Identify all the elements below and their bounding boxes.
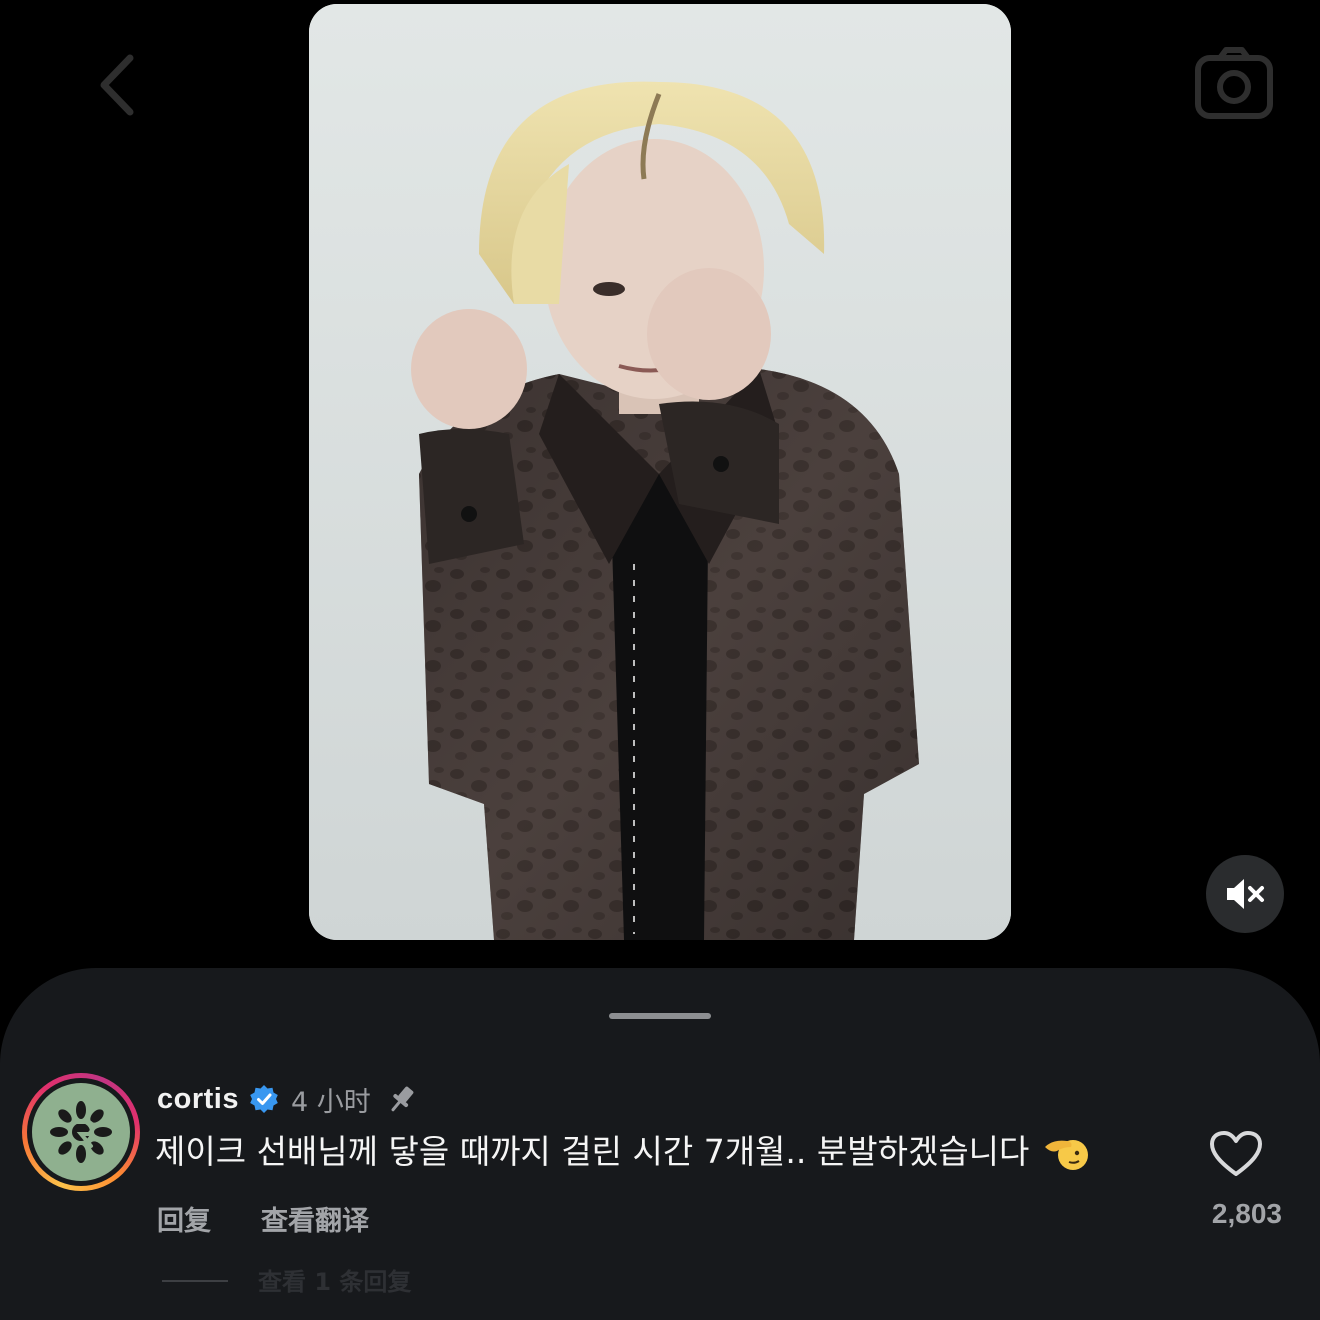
comment-actions: 回复 查看翻译: [157, 1198, 369, 1238]
comment-body: 제이크 선배님께 닿을 때까지 걸린 시간 7개월.. 분발하겠습니다: [155, 1128, 1089, 1176]
back-button[interactable]: [80, 40, 160, 130]
like-count: 2,803: [1211, 1198, 1282, 1229]
avatar-story-ring[interactable]: [22, 1073, 140, 1191]
comment-text: 제이크 선배님께 닿을 때까지 걸린 시간 7개월.. 분발하겠습니다: [155, 1132, 1030, 1171]
avatar-gap: [27, 1078, 135, 1186]
speaker-muted-icon: [1227, 879, 1264, 909]
replies-divider: [162, 1280, 228, 1282]
video-player[interactable]: [309, 4, 1011, 940]
comment-header: cortis 4 小时: [157, 1078, 419, 1120]
avatar: [32, 1083, 130, 1181]
view-replies-button[interactable]: 查看 1 条回复: [258, 1262, 411, 1296]
mute-button[interactable]: [1206, 855, 1284, 933]
camera-button[interactable]: [1192, 44, 1276, 124]
verified-badge-icon: [250, 1085, 278, 1113]
screen: cortis 4 小时 제이크 선배님께 닿을 때까지 걸린 시간 7개월.. …: [0, 0, 1320, 1320]
sheet-grabber[interactable]: [609, 1013, 711, 1019]
reply-button[interactable]: 回复: [157, 1199, 211, 1238]
cortis-logo-icon: [50, 1101, 112, 1163]
see-translation-button[interactable]: 查看翻译: [261, 1199, 369, 1238]
camera-icon: [1195, 47, 1273, 119]
heart-icon: [1210, 1131, 1262, 1176]
comment-time: 4 小时: [290, 1086, 371, 1118]
chevron-left-icon: [100, 54, 134, 116]
video-frame: [309, 4, 1011, 940]
username[interactable]: cortis: [157, 1083, 239, 1116]
like-button[interactable]: [1208, 1128, 1264, 1180]
saluting-face-emoji-icon: [1045, 1140, 1089, 1170]
pin-icon: [391, 1086, 414, 1112]
